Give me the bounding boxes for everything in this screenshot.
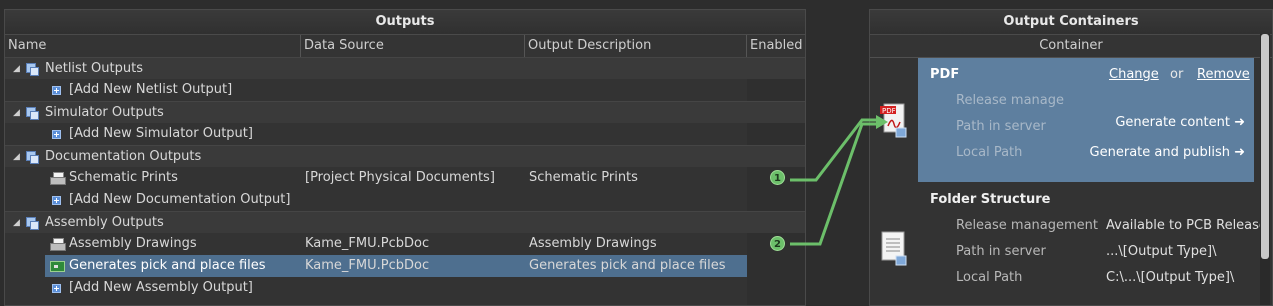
column-header-data-source[interactable]: Data Source (301, 35, 525, 57)
group-row[interactable]: ◢ Netlist Outputs (5, 57, 805, 79)
folder-release-management-value: Available to PCB Release (1106, 218, 1267, 233)
group-row[interactable]: ◢ Assembly Outputs (5, 211, 805, 233)
add-output-row[interactable]: [Add New Documentation Output] (5, 189, 805, 211)
output-name: Generates pick and place files (69, 258, 266, 273)
outputs-panel: Outputs Name Data Source Output Descript… (4, 9, 806, 306)
output-name: [Add New Documentation Output] (69, 192, 291, 207)
data-source-cell: Kame_FMU.PcbDoc (305, 258, 430, 273)
add-icon (52, 196, 61, 205)
folder-release-management-label: Release management (956, 218, 1099, 233)
data-source-cell: [Project Physical Documents] (305, 170, 495, 185)
pdf-path-in-server-label: Path in server (956, 119, 1046, 134)
output-name: Documentation Outputs (45, 149, 202, 164)
output-description-cell: Generates pick and place files (529, 258, 726, 273)
pcb-icon (50, 261, 65, 272)
output-group-icon (26, 63, 39, 76)
output-description-cell: Schematic Prints (529, 170, 638, 185)
folder-path-in-server-value: ...\[Output Type]\ (1106, 244, 1217, 259)
container-link-badge[interactable]: 2 (770, 236, 785, 251)
output-containers-panel: Output Containers Container PDF PDF Chan… (869, 9, 1273, 306)
pdf-release-management-label: Release manage (956, 93, 1065, 108)
output-row[interactable]: Generates pick and place files Kame_FMU.P… (5, 255, 805, 277)
printer-icon (50, 238, 66, 251)
output-name: Assembly Outputs (45, 215, 164, 230)
add-icon (52, 86, 61, 95)
group-row[interactable]: ◢ Documentation Outputs (5, 145, 805, 167)
outputs-panel-title: Outputs (5, 10, 805, 35)
printer-icon (50, 172, 66, 185)
folder-local-path-label: Local Path (956, 270, 1023, 285)
output-name: [Add New Netlist Output] (69, 82, 233, 97)
add-icon (52, 130, 61, 139)
column-header-output-description[interactable]: Output Description (525, 35, 747, 57)
expand-toggle-icon[interactable]: ◢ (13, 212, 20, 234)
add-output-row[interactable]: [Add New Netlist Output] (5, 79, 805, 101)
output-name: Simulator Outputs (45, 105, 164, 120)
change-link[interactable]: Change (1109, 67, 1159, 82)
output-name: [Add New Simulator Output] (69, 126, 253, 141)
pdf-container[interactable]: PDF Change or Remove Release manage Path… (918, 58, 1254, 182)
folder-structure-icon (880, 230, 908, 266)
output-group-icon (26, 217, 39, 230)
output-group-icon (26, 107, 39, 120)
containers-panel-title: Output Containers (870, 10, 1272, 35)
scrollbar-thumb[interactable] (1261, 34, 1269, 259)
or-separator: or (1170, 67, 1184, 82)
output-name: Schematic Prints (69, 170, 178, 185)
data-source-cell: Kame_FMU.PcbDoc (305, 236, 430, 251)
pdf-container-title: PDF (930, 67, 960, 82)
containers-scrollbar[interactable] (1260, 34, 1270, 305)
container-column-header: Container (870, 35, 1272, 58)
pdf-local-path-label: Local Path (956, 145, 1023, 160)
output-name: Assembly Drawings (69, 236, 197, 251)
output-name: Netlist Outputs (45, 61, 143, 76)
output-name: [Add New Assembly Output] (69, 280, 253, 295)
generate-and-publish-button[interactable]: Generate and publish ➜ (1090, 145, 1245, 160)
output-description-cell: Assembly Drawings (529, 236, 657, 251)
output-row[interactable]: Assembly Drawings Kame_FMU.PcbDoc Assembly… (5, 233, 805, 255)
expand-toggle-icon[interactable]: ◢ (13, 58, 20, 80)
output-group-icon (26, 151, 39, 164)
add-icon (52, 284, 61, 293)
svg-text:PDF: PDF (882, 107, 896, 115)
column-header-enabled[interactable]: Enabled (747, 35, 805, 57)
folder-structure-title: Folder Structure (930, 192, 1051, 207)
output-row[interactable]: Schematic Prints [Project Physical Docume… (5, 167, 805, 189)
expand-toggle-icon[interactable]: ◢ (13, 146, 20, 168)
group-row[interactable]: ◢ Simulator Outputs (5, 101, 805, 123)
add-output-row[interactable]: [Add New Assembly Output] (5, 277, 805, 299)
generate-content-button[interactable]: Generate content ➜ (1115, 115, 1245, 130)
add-output-row[interactable]: [Add New Simulator Output] (5, 123, 805, 145)
column-header-name[interactable]: Name (5, 35, 301, 57)
folder-local-path-value: C:\...\[Output Type]\ (1106, 270, 1235, 285)
remove-link[interactable]: Remove (1197, 67, 1250, 82)
pdf-document-icon: PDF (880, 102, 908, 138)
container-link-badge[interactable]: 1 (770, 170, 785, 185)
expand-toggle-icon[interactable]: ◢ (13, 102, 20, 124)
folder-path-in-server-label: Path in server (956, 244, 1046, 259)
